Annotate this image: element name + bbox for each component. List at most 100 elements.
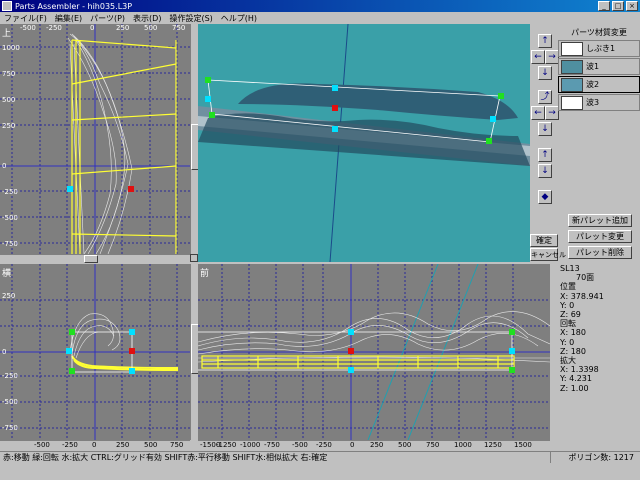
perspective-canvas[interactable] (198, 24, 530, 262)
position-heading: 位置 (560, 282, 576, 292)
move-handle[interactable] (128, 186, 134, 192)
top-viewport[interactable]: 上 -500 -250 0 250 500 750 1000 750 500 2… (0, 24, 190, 254)
bottom-strip (0, 463, 640, 480)
rotation-z: Z: 180 (560, 346, 586, 356)
material-name: 波3 (586, 98, 600, 107)
move-handle[interactable] (332, 105, 338, 111)
rotation-y: Y: 0 (560, 337, 575, 347)
close-button[interactable]: × (626, 1, 638, 11)
scale-handle[interactable] (348, 329, 354, 335)
menu-file[interactable]: ファイル(F) (0, 13, 51, 24)
delete-palette-button[interactable]: パレット削除 (568, 246, 632, 259)
maximize-button[interactable]: □ (612, 1, 624, 11)
pan-up-button[interactable]: ↑ (538, 34, 552, 48)
side-viewport-vscroll[interactable] (190, 264, 199, 440)
menu-parts[interactable]: パーツ(P) (86, 13, 129, 24)
position-x: X: 378.941 (560, 291, 604, 301)
front-viewport-canvas[interactable] (198, 264, 550, 440)
scale-handle[interactable] (332, 126, 338, 132)
pan-left-button[interactable]: ← (531, 50, 545, 64)
move-handle[interactable] (348, 348, 354, 354)
title-bar: Parts Assembler - hih035.L3P _ □ × (0, 0, 640, 12)
rotate-down-button[interactable]: ↓ (538, 122, 552, 136)
status-hint: 赤:移動 緑:回転 水:拡大 CTRL:グリッド有効 SHIFT赤:平行移動 S… (3, 453, 328, 462)
cancel-button[interactable]: キャンセル (530, 248, 566, 261)
split-handle[interactable] (190, 254, 198, 262)
material-item[interactable]: しぶき1 (558, 40, 640, 57)
scale-handle[interactable] (67, 186, 73, 192)
minimize-button[interactable]: _ (598, 1, 610, 11)
scale-handle[interactable] (66, 348, 72, 354)
material-swatch (561, 41, 583, 56)
confirm-button[interactable]: 確定 (530, 234, 558, 247)
rotate-handle[interactable] (486, 138, 492, 144)
material-swatch (561, 95, 583, 110)
menu-bar: ファイル(F) 編集(E) パーツ(P) 表示(D) 操作設定(S) ヘルプ(H… (0, 12, 640, 24)
top-viewport-vscroll[interactable] (190, 24, 199, 254)
pan-down-button[interactable]: ↓ (538, 66, 552, 80)
position-y: Y: 0 (560, 300, 575, 310)
part-name: SL13 (560, 264, 580, 273)
top-viewport-canvas[interactable] (0, 24, 190, 254)
side-x-ticks: -500 -250 0 250 500 750 (34, 441, 184, 449)
menu-settings[interactable]: 操作設定(S) (165, 13, 216, 24)
rotate-handle[interactable] (498, 93, 504, 99)
rotate-handle[interactable] (209, 112, 215, 118)
rotate-handle[interactable] (69, 329, 75, 335)
material-swatch (561, 77, 583, 92)
side-viewport[interactable]: 横 250 0 -250 -500 -750 (0, 264, 190, 440)
rotate-handle[interactable] (69, 368, 75, 374)
rotate-left-button[interactable]: ← (531, 106, 545, 120)
rotate-handle[interactable] (509, 367, 515, 373)
zoom-out-button[interactable]: ↓ (538, 164, 552, 178)
material-name: 波1 (586, 62, 600, 71)
scale-handle[interactable] (129, 329, 135, 335)
pan-right-button[interactable]: → (545, 50, 559, 64)
scale-x: X: 1.3398 (560, 365, 599, 375)
status-bar: 赤:移動 緑:回転 水:拡大 CTRL:グリッド有効 SHIFT赤:平行移動 S… (0, 451, 640, 463)
rotation-heading: 回転 (560, 319, 576, 329)
front-viewport[interactable]: 前 (198, 264, 550, 440)
side-viewport-canvas[interactable] (0, 264, 190, 440)
perspective-viewport[interactable] (198, 24, 530, 262)
change-palette-button[interactable]: パレット変更 (568, 230, 632, 243)
menu-edit[interactable]: 編集(E) (51, 13, 86, 24)
zoom-in-button[interactable]: ↑ (538, 148, 552, 162)
top-viewport-hscroll[interactable] (0, 254, 190, 263)
material-item-selected[interactable]: 波2 (558, 76, 640, 93)
scale-handle[interactable] (509, 348, 515, 354)
reset-view-button[interactable]: ◆ (538, 190, 552, 204)
material-panel-header: パーツ材質変更 (571, 28, 627, 37)
transform-info-panel: SL13 70面 位置 X: 378.941 Y: 0 Z: 69 回転 X: … (556, 264, 640, 454)
window-title: Parts Assembler - hih035.L3P (15, 1, 133, 11)
scale-handle[interactable] (205, 96, 211, 102)
polygon-count: ポリゴン数: 1217 (550, 452, 640, 463)
scale-handle[interactable] (129, 368, 135, 374)
scale-handle[interactable] (490, 116, 496, 122)
scale-y: Y: 4.231 (560, 374, 592, 384)
rotate-handle[interactable] (205, 77, 211, 83)
material-panel: パーツ材質変更 しぶき1 波1 波2 波3 (558, 26, 640, 111)
menu-help[interactable]: ヘルプ(H) (217, 13, 261, 24)
rotate-up-button[interactable]: ⤴ (538, 90, 552, 104)
app-icon (2, 1, 12, 11)
scale-handle[interactable] (332, 85, 338, 91)
rotate-handle[interactable] (509, 329, 515, 335)
front-viewport-label: 前 (200, 269, 210, 279)
side-viewport-label: 横 (2, 269, 12, 279)
position-z: Z: 69 (560, 310, 581, 320)
add-palette-button[interactable]: 新パレット追加 (568, 214, 632, 227)
material-name: しぶき1 (586, 44, 616, 53)
menu-view[interactable]: 表示(D) (129, 13, 165, 24)
scale-z: Z: 1.00 (560, 383, 589, 393)
rotate-right-button[interactable]: → (545, 106, 559, 120)
scroll-thumb[interactable] (84, 255, 98, 263)
scale-handle[interactable] (348, 367, 354, 373)
material-item[interactable]: 波1 (558, 58, 640, 75)
top-viewport-label: 上 (2, 29, 12, 39)
view-controls: ↑ ← → ↓ ⤴ ← → ↓ ↑ ↓ ◆ 確定 キャンセル (530, 24, 566, 264)
scale-heading: 拡大 (560, 356, 576, 366)
material-item[interactable]: 波3 (558, 94, 640, 111)
move-handle[interactable] (129, 348, 135, 354)
rotation-x: X: 180 (560, 328, 586, 338)
